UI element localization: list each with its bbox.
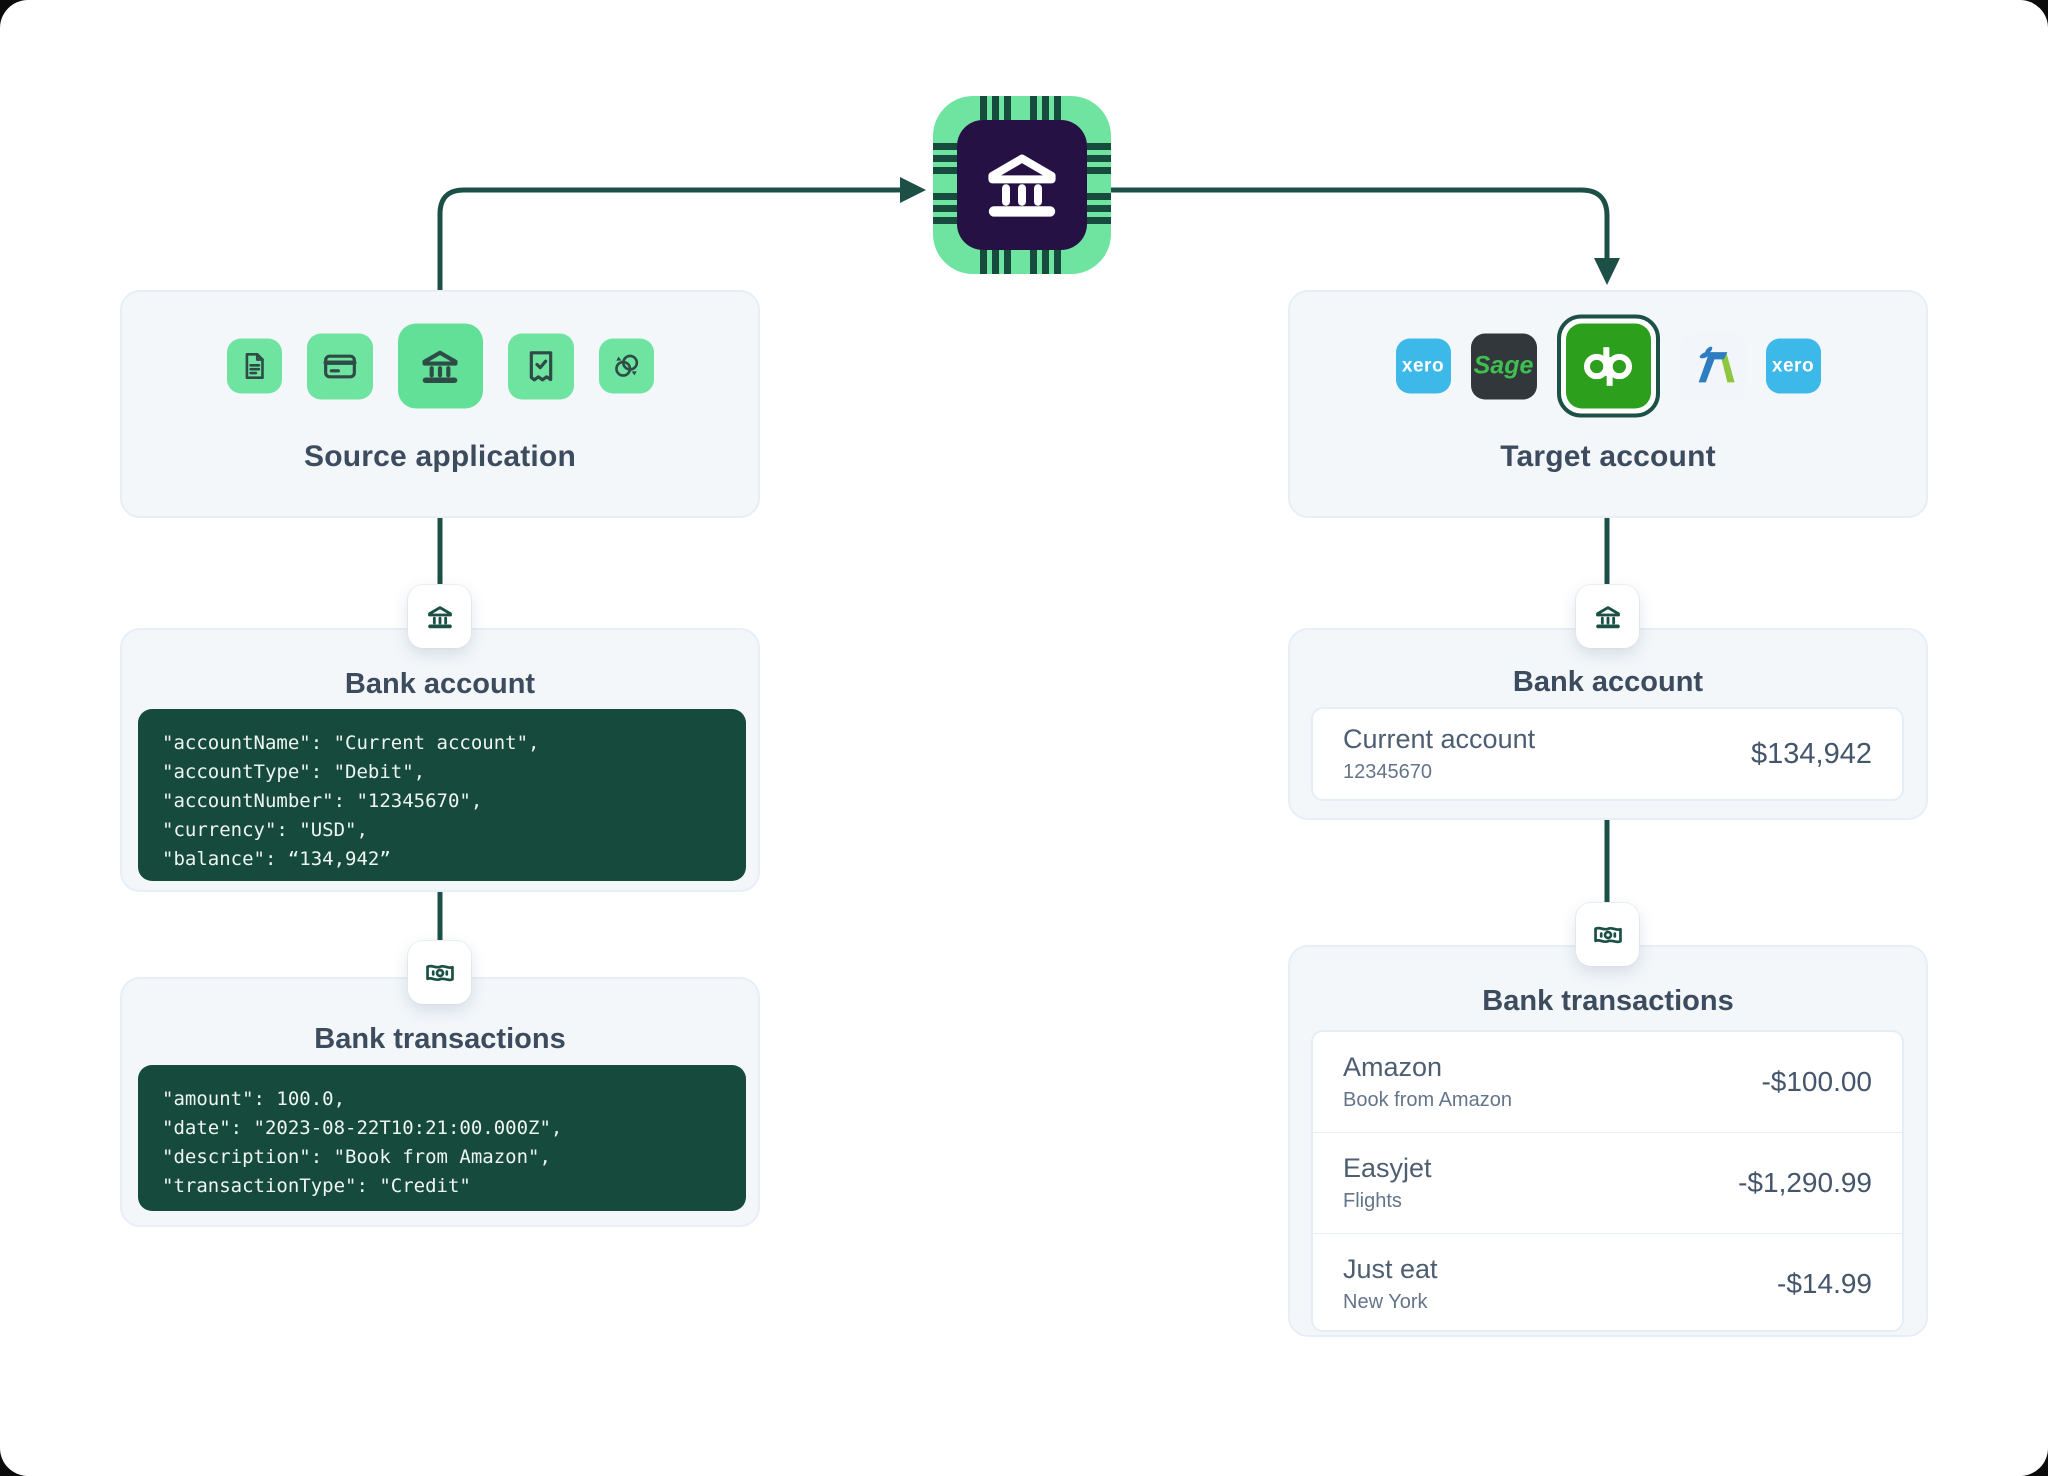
code-line: "description": "Book from Amazon", bbox=[162, 1143, 736, 1172]
chip-pins-icon bbox=[1030, 96, 1061, 120]
code-line: "transactionType": "Credit" bbox=[162, 1172, 736, 1201]
bank-badge bbox=[408, 585, 471, 648]
credit-card-icon[interactable] bbox=[307, 333, 373, 399]
chip-pins-icon bbox=[933, 193, 957, 224]
transaction-name: Amazon bbox=[1343, 1052, 1512, 1083]
sage-app-icon[interactable]: Sage bbox=[1471, 333, 1537, 399]
transaction-row: Easyjet Flights -$1,290.99 bbox=[1313, 1133, 1902, 1234]
code-line: "currency": "USD", bbox=[162, 816, 736, 845]
code-line: "amount": 100.0, bbox=[162, 1085, 736, 1114]
bank-account-json: "accountName": "Current account", "accou… bbox=[138, 709, 746, 881]
account-balance: $134,942 bbox=[1751, 738, 1872, 771]
banknote-icon bbox=[423, 956, 457, 990]
transactions-list: Amazon Book from Amazon -$100.00 Easyjet… bbox=[1311, 1030, 1904, 1332]
arrowhead-down-icon bbox=[1594, 258, 1620, 285]
xero-logo: xero bbox=[1402, 355, 1444, 377]
account-summary-row: Current account 12345670 $134,942 bbox=[1311, 707, 1904, 801]
transaction-name: Just eat bbox=[1343, 1254, 1438, 1285]
quickbooks-app-selected[interactable] bbox=[1557, 315, 1660, 418]
bank-transaction-json: "amount": 100.0, "date": "2023-08-22T10:… bbox=[138, 1065, 746, 1211]
freeagent-app-icon[interactable] bbox=[1680, 333, 1746, 399]
receipt-check-icon[interactable] bbox=[508, 333, 574, 399]
code-line: "accountName": "Current account", bbox=[162, 729, 736, 758]
source-bank-account-card: Bank account "accountName": "Current acc… bbox=[120, 628, 760, 892]
transaction-description: Book from Amazon bbox=[1343, 1089, 1512, 1112]
code-line: "accountType": "Debit", bbox=[162, 758, 736, 787]
xero-app-icon[interactable]: xero bbox=[1396, 339, 1451, 394]
connector-source-to-hub bbox=[440, 190, 900, 292]
card-title: Bank transactions bbox=[1290, 985, 1926, 1018]
card-title: Bank account bbox=[1290, 666, 1926, 699]
chip-pins-icon bbox=[1087, 143, 1111, 174]
banknote-badge bbox=[408, 941, 471, 1004]
sync-icon[interactable] bbox=[599, 339, 654, 394]
connector-hub-to-target bbox=[1111, 190, 1607, 260]
source-panel-title: Source application bbox=[122, 440, 758, 474]
transaction-name: Easyjet bbox=[1343, 1153, 1432, 1184]
quickbooks-logo bbox=[1566, 324, 1651, 409]
xero-app-icon[interactable]: xero bbox=[1766, 339, 1821, 394]
bank-icon[interactable] bbox=[398, 324, 483, 409]
source-application-panel: Source application bbox=[120, 290, 760, 518]
chip-pins-icon bbox=[980, 96, 1011, 120]
diagram-canvas: Source application xero Sage bbox=[0, 0, 2048, 1476]
card-title: Bank account bbox=[122, 668, 758, 701]
target-account-panel: xero Sage xero Target a bbox=[1288, 290, 1928, 518]
transaction-amount: -$1,290.99 bbox=[1738, 1167, 1872, 1199]
transaction-amount: -$14.99 bbox=[1777, 1268, 1872, 1300]
account-name: Current account bbox=[1343, 724, 1535, 755]
chip-pins-icon bbox=[1087, 193, 1111, 224]
transaction-amount: -$100.00 bbox=[1761, 1066, 1872, 1098]
code-line: "date": "2023-08-22T10:21:00.000Z", bbox=[162, 1114, 736, 1143]
banknote-badge bbox=[1576, 903, 1639, 966]
account-number: 12345670 bbox=[1343, 761, 1535, 784]
target-app-row: xero Sage xero bbox=[1290, 315, 1926, 418]
xero-logo: xero bbox=[1772, 355, 1814, 377]
chip-pins-icon bbox=[1030, 250, 1061, 274]
document-icon[interactable] bbox=[227, 339, 282, 394]
transaction-row: Amazon Book from Amazon -$100.00 bbox=[1313, 1032, 1902, 1133]
banknote-icon bbox=[1591, 918, 1625, 952]
bank-icon bbox=[974, 137, 1070, 233]
transaction-description: New York bbox=[1343, 1291, 1438, 1314]
card-title: Bank transactions bbox=[122, 1023, 758, 1056]
arrowhead-right-icon bbox=[900, 177, 926, 203]
transaction-row: Just eat New York -$14.99 bbox=[1313, 1234, 1902, 1334]
chip-pins-icon bbox=[933, 143, 957, 174]
transaction-description: Flights bbox=[1343, 1190, 1432, 1213]
bank-icon bbox=[1591, 600, 1625, 634]
bank-chip-icon bbox=[933, 96, 1111, 274]
code-line: "accountNumber": "12345670", bbox=[162, 787, 736, 816]
bank-badge bbox=[1576, 585, 1639, 648]
chip-pins-icon bbox=[980, 250, 1011, 274]
freeagent-logo bbox=[1690, 343, 1736, 389]
target-panel-title: Target account bbox=[1290, 440, 1926, 474]
sage-logo: Sage bbox=[1474, 352, 1534, 381]
bank-icon bbox=[423, 600, 457, 634]
chip-core bbox=[957, 120, 1087, 250]
source-icon-row bbox=[122, 324, 758, 409]
source-bank-transactions-card: Bank transactions "amount": 100.0, "date… bbox=[120, 977, 760, 1227]
code-line: "balance": “134,942” bbox=[162, 845, 736, 874]
